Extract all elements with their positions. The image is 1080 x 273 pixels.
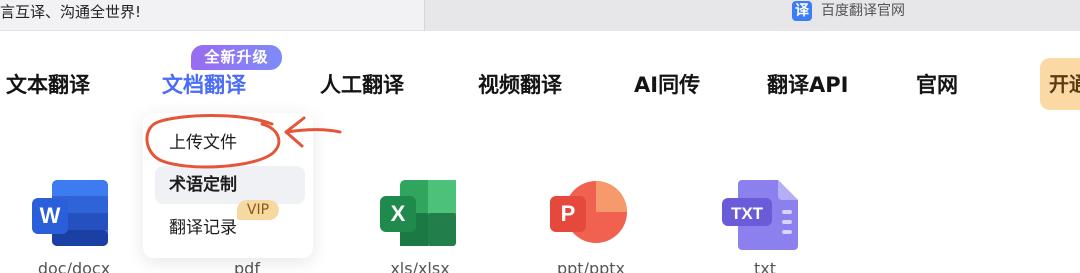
baidu-translate-favicon-icon: 译 <box>792 1 812 21</box>
excel-icon: X <box>380 180 456 246</box>
browser-tab-left[interactable]: 言互译、沟通全世界! <box>0 0 424 31</box>
excel-letter: X <box>391 201 406 226</box>
new-upgrade-badge: 全新升级 <box>191 45 282 70</box>
file-type-label-ppt: ppt/pptx <box>556 259 626 273</box>
txt-icon: TXT <box>722 180 798 250</box>
document-translate-dropdown: 上传文件 术语定制 翻译记录 <box>143 113 313 258</box>
txt-letter: TXT <box>731 204 764 223</box>
nav-item-text-translate[interactable]: 文本翻译 <box>6 71 90 99</box>
dropdown-item-upload-file[interactable]: 上传文件 <box>155 124 305 162</box>
nav-item-human-translate[interactable]: 人工翻译 <box>320 71 404 99</box>
file-type-label-txt: txt <box>753 259 776 273</box>
dropdown-item-term-customization[interactable]: 术语定制 <box>155 166 305 204</box>
word-icon: W <box>32 180 108 246</box>
browser-tab-title: 百度翻译官网 <box>821 3 905 19</box>
file-type-label-pdf: pdf <box>234 259 260 273</box>
dropdown-item-translation-history[interactable]: 翻译记录 <box>155 209 305 247</box>
vip-badge: VIP <box>237 200 279 220</box>
powerpoint-icon: P <box>550 181 627 243</box>
browser-tab-left-text: 言互译、沟通全世界! <box>0 3 142 21</box>
ppt-letter: P <box>561 201 576 226</box>
file-type-label-doc: doc/docx <box>37 259 111 273</box>
nav-item-video-translate[interactable]: 视频翻译 <box>478 71 562 99</box>
open-membership-button[interactable]: 开通 <box>1040 58 1080 110</box>
nav-item-official-site[interactable]: 官网 <box>916 71 958 99</box>
browser-tab-bar: 言互译、沟通全世界! 译 百度翻译官网 <box>0 0 1080 31</box>
nav-item-document-translate[interactable]: 文档翻译 <box>162 71 246 99</box>
nav-item-translate-api[interactable]: 翻译API <box>767 71 848 99</box>
file-type-label-xls: xls/xlsx <box>390 259 450 273</box>
nav-item-ai-interpretation[interactable]: AI同传 <box>634 71 700 99</box>
browser-tab-active[interactable]: 译 百度翻译官网 <box>424 0 1080 31</box>
word-letter: W <box>40 203 61 228</box>
